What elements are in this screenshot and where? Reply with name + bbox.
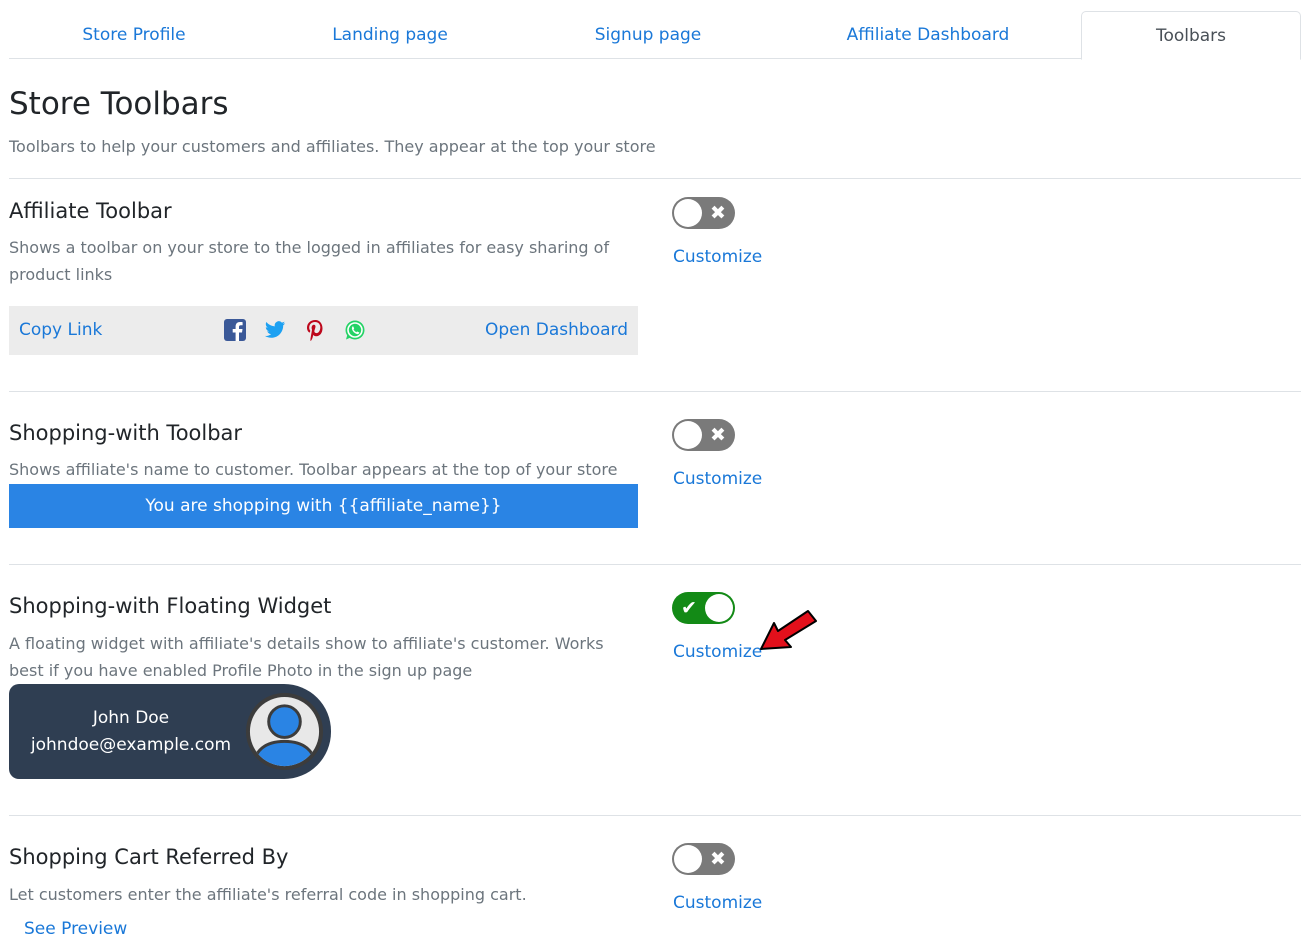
tab-store-profile[interactable]: Store Profile <box>9 11 259 59</box>
shopping-with-toolbar-toggle[interactable]: ✖ <box>672 419 735 451</box>
tab-affiliate-dashboard[interactable]: Affiliate Dashboard <box>789 11 1067 59</box>
floating-widget-description: A floating widget with affiliate's detai… <box>9 634 604 680</box>
shopping-with-toolbar-customize-link[interactable]: Customize <box>673 469 762 489</box>
shopping-with-toolbar-description: Shows affiliate's name to customer. Tool… <box>9 460 618 479</box>
checkmark-icon: ✔ <box>681 597 697 619</box>
toggle-knob <box>674 199 702 227</box>
tab-toolbars[interactable]: Toolbars <box>1081 11 1301 60</box>
avatar-icon <box>245 692 324 771</box>
cart-referred-by-customize-link[interactable]: Customize <box>673 893 762 913</box>
affiliate-toolbar-description: Shows a toolbar on your store to the log… <box>9 238 610 284</box>
see-preview-link[interactable]: See Preview <box>24 919 127 939</box>
affiliate-toolbar-preview: Copy Link Open Dashboard <box>9 306 638 355</box>
divider <box>9 564 1301 565</box>
affiliate-toolbar-title: Affiliate Toolbar <box>9 199 172 223</box>
cart-referred-by-toggle[interactable]: ✖ <box>672 843 735 875</box>
floating-widget-title: Shopping-with Floating Widget <box>9 594 332 618</box>
x-icon: ✖ <box>710 202 726 224</box>
widget-affiliate-email: johndoe@example.com <box>30 735 232 755</box>
tab-landing-page[interactable]: Landing page <box>263 11 517 59</box>
tab-bar: Store Profile Landing page Signup page A… <box>9 0 1301 60</box>
shopping-with-toolbar-title: Shopping-with Toolbar <box>9 421 243 445</box>
affiliate-toolbar-toggle[interactable]: ✖ <box>672 197 735 229</box>
cart-referred-by-title: Shopping Cart Referred By <box>9 845 289 869</box>
shopping-with-toolbar-preview: You are shopping with {{affiliate_name}} <box>9 484 638 528</box>
copy-link-button[interactable]: Copy Link <box>19 320 102 340</box>
toggle-knob <box>674 421 702 449</box>
toggle-knob <box>674 845 702 873</box>
widget-affiliate-name: John Doe <box>92 708 170 728</box>
page-subtitle: Toolbars to help your customers and affi… <box>9 137 656 156</box>
whatsapp-icon[interactable] <box>344 319 366 341</box>
page-title: Store Toolbars <box>9 86 229 122</box>
x-icon: ✖ <box>710 848 726 870</box>
divider <box>9 391 1301 392</box>
affiliate-toolbar-customize-link[interactable]: Customize <box>673 247 762 267</box>
open-dashboard-button[interactable]: Open Dashboard <box>485 320 628 340</box>
floating-widget-toggle[interactable]: ✔ <box>672 592 735 624</box>
toggle-knob <box>705 594 733 622</box>
cart-referred-by-description: Let customers enter the affiliate's refe… <box>9 885 527 904</box>
divider <box>9 815 1301 816</box>
tab-signup-page[interactable]: Signup page <box>521 11 775 59</box>
divider <box>9 178 1301 179</box>
pinterest-icon[interactable] <box>304 319 326 341</box>
floating-widget-customize-link[interactable]: Customize <box>673 642 762 662</box>
facebook-icon[interactable] <box>224 319 246 341</box>
red-arrow-icon <box>760 610 817 650</box>
x-icon: ✖ <box>710 424 726 446</box>
twitter-icon[interactable] <box>264 319 286 341</box>
floating-widget-preview: John Doe johndoe@example.com <box>9 684 331 779</box>
